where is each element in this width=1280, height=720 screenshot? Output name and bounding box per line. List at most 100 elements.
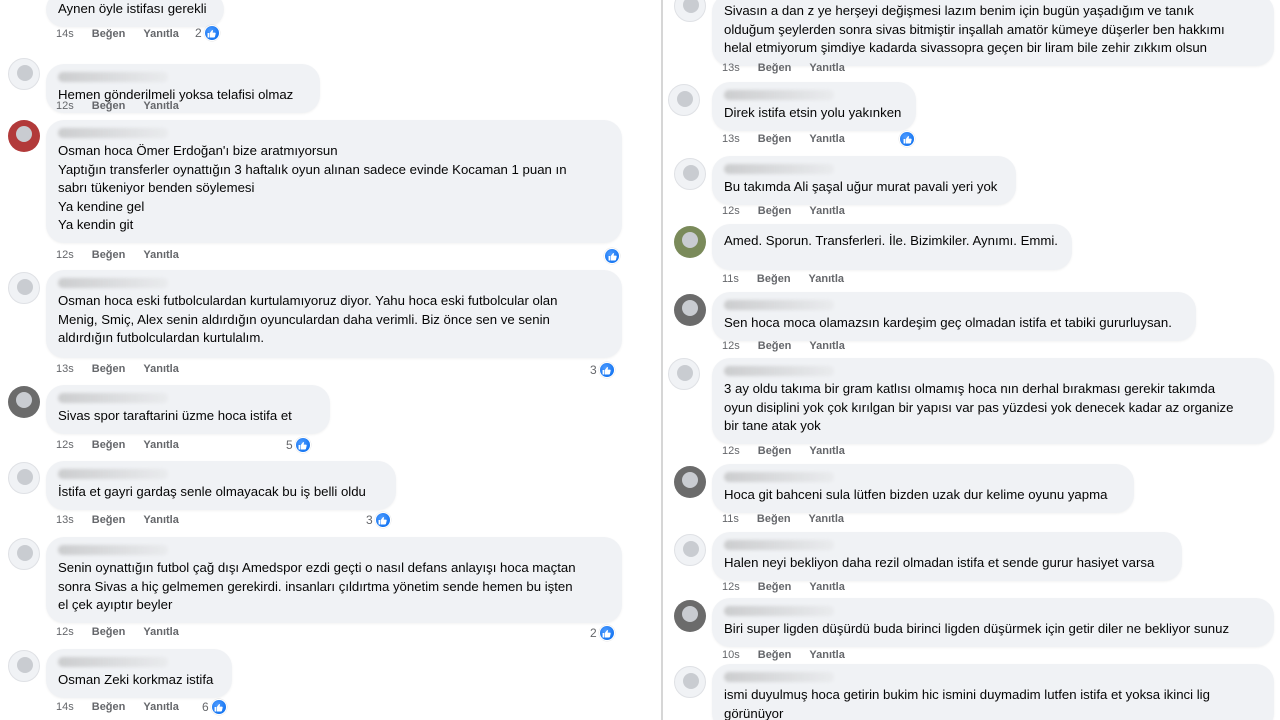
comment-timestamp[interactable]: 13s (56, 363, 74, 375)
comment-timestamp[interactable]: 12s (56, 439, 74, 451)
avatar[interactable] (674, 158, 706, 190)
comment-timestamp[interactable]: 13s (56, 514, 74, 526)
thumbs-up-icon (203, 25, 220, 41)
comment-timestamp[interactable]: 12s (722, 205, 740, 217)
avatar[interactable] (674, 466, 706, 498)
comment-text-line: görünüyor (724, 705, 784, 720)
like-button[interactable]: Beğen (92, 28, 126, 40)
author-name-blurred[interactable] (58, 278, 168, 288)
reaction-count[interactable]: 6 (202, 699, 227, 715)
reply-button[interactable]: Yanıtla (809, 62, 844, 74)
reply-button[interactable]: Yanıtla (143, 439, 178, 451)
reply-button[interactable]: Yanıtla (143, 100, 178, 112)
comment-bubble: Sen hoca moca olamazsın kardeşim geç olm… (712, 292, 1196, 341)
author-name-blurred[interactable] (724, 672, 834, 682)
comment-bubble: Osman hoca Ömer Erdoğan'ı bize aratmıyor… (46, 120, 622, 243)
avatar[interactable] (8, 58, 40, 90)
like-button[interactable]: Beğen (758, 133, 792, 145)
comment-timestamp[interactable]: 14s (56, 701, 74, 713)
avatar[interactable] (8, 386, 40, 418)
reaction-count-number: 2 (590, 626, 597, 640)
comment-timestamp[interactable]: 13s (722, 133, 740, 145)
comment-timestamp[interactable]: 12s (722, 445, 740, 457)
reaction-count[interactable]: 3 (590, 362, 615, 378)
like-button[interactable]: Beğen (92, 100, 126, 112)
avatar[interactable] (668, 358, 700, 390)
author-name-blurred[interactable] (58, 393, 168, 403)
avatar[interactable] (674, 534, 706, 566)
comment-text-line: Menig, Smiç, Alex senin aldırdığın oyunc… (58, 311, 550, 327)
comment-timestamp[interactable]: 11s (722, 513, 739, 525)
reaction-count[interactable] (602, 248, 620, 264)
reply-button[interactable]: Yanıtla (143, 701, 178, 713)
reaction-count[interactable]: 2 (195, 25, 220, 41)
reply-button[interactable]: Yanıtla (143, 28, 178, 40)
avatar[interactable] (8, 462, 40, 494)
author-name-blurred[interactable] (58, 128, 168, 138)
author-name-blurred[interactable] (58, 545, 168, 555)
comment-timestamp[interactable]: 13s (722, 62, 740, 74)
comment-timestamp[interactable]: 12s (722, 340, 740, 352)
like-button[interactable]: Beğen (92, 363, 126, 375)
reply-button[interactable]: Yanıtla (809, 273, 844, 285)
author-name-blurred[interactable] (724, 472, 834, 482)
comment-timestamp[interactable]: 10s (722, 649, 740, 661)
reply-button[interactable]: Yanıtla (143, 626, 178, 638)
comment-actions: 10s Beğen Yanıtla (722, 649, 845, 661)
author-name-blurred[interactable] (58, 469, 168, 479)
avatar[interactable] (674, 294, 706, 326)
author-name-blurred[interactable] (724, 606, 834, 616)
comment-timestamp[interactable]: 11s (722, 273, 739, 285)
avatar[interactable] (674, 600, 706, 632)
comment-timestamp[interactable]: 12s (56, 249, 74, 261)
like-button[interactable]: Beğen (758, 205, 792, 217)
like-button[interactable]: Beğen (92, 514, 126, 526)
author-name-blurred[interactable] (724, 90, 834, 100)
reply-button[interactable]: Yanıtla (809, 205, 844, 217)
avatar[interactable] (8, 120, 40, 152)
like-button[interactable]: Beğen (92, 626, 126, 638)
like-button[interactable]: Beğen (757, 513, 791, 525)
like-button[interactable]: Beğen (92, 701, 126, 713)
like-button[interactable]: Beğen (92, 439, 126, 451)
comment-timestamp[interactable]: 12s (56, 100, 74, 112)
avatar[interactable] (8, 272, 40, 304)
like-button[interactable]: Beğen (758, 445, 792, 457)
comment-timestamp[interactable]: 12s (722, 581, 740, 593)
avatar[interactable] (8, 650, 40, 682)
reply-button[interactable]: Yanıtla (143, 249, 178, 261)
avatar[interactable] (8, 538, 40, 570)
reply-button[interactable]: Yanıtla (809, 649, 844, 661)
author-name-blurred[interactable] (724, 540, 834, 550)
author-name-blurred[interactable] (58, 72, 168, 82)
author-name-blurred[interactable] (58, 657, 168, 667)
reply-button[interactable]: Yanıtla (809, 581, 844, 593)
reply-button[interactable]: Yanıtla (143, 363, 178, 375)
reply-button[interactable]: Yanıtla (809, 340, 844, 352)
comment-actions: 13s Beğen Yanıtla (56, 363, 179, 375)
like-button[interactable]: Beğen (92, 249, 126, 261)
comment-bubble: Amed. Sporun. Transferleri. İle. Bizimki… (712, 224, 1072, 270)
reaction-count[interactable]: 3 (366, 512, 391, 528)
reply-button[interactable]: Yanıtla (143, 514, 178, 526)
like-button[interactable]: Beğen (758, 62, 792, 74)
like-button[interactable]: Beğen (758, 581, 792, 593)
reply-button[interactable]: Yanıtla (809, 133, 844, 145)
avatar[interactable] (674, 0, 706, 22)
reply-button[interactable]: Yanıtla (809, 445, 844, 457)
comment-timestamp[interactable]: 12s (56, 626, 74, 638)
reaction-count[interactable] (897, 131, 915, 147)
reaction-count[interactable]: 2 (590, 625, 615, 641)
like-button[interactable]: Beğen (758, 340, 792, 352)
avatar[interactable] (668, 84, 700, 116)
avatar[interactable] (674, 666, 706, 698)
reply-button[interactable]: Yanıtla (809, 513, 844, 525)
reaction-count[interactable]: 5 (286, 437, 311, 453)
author-name-blurred[interactable] (724, 366, 834, 376)
avatar[interactable] (674, 226, 706, 258)
author-name-blurred[interactable] (724, 164, 834, 174)
comment-timestamp[interactable]: 14s (56, 28, 74, 40)
like-button[interactable]: Beğen (757, 273, 791, 285)
like-button[interactable]: Beğen (758, 649, 792, 661)
author-name-blurred[interactable] (724, 300, 834, 310)
